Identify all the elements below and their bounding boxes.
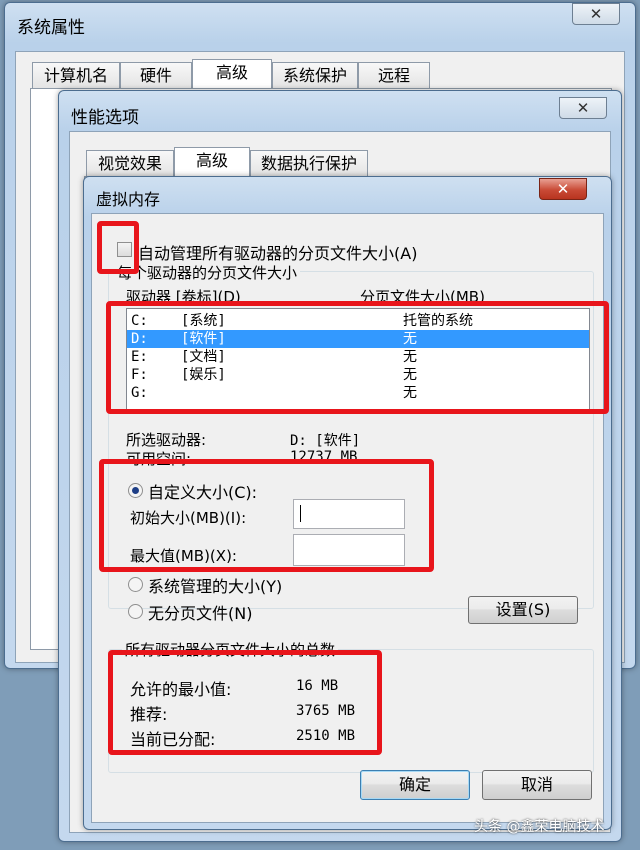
selected-drive-value: D: [软件] bbox=[290, 433, 361, 449]
system-managed-label[interactable]: 系统管理的大小(Y) bbox=[148, 573, 282, 597]
highlight-drive-list bbox=[106, 301, 609, 414]
system-properties-close-button[interactable]: ✕ bbox=[572, 3, 620, 25]
highlight-totals bbox=[108, 650, 382, 755]
virtual-memory-title: 虚拟内存 bbox=[96, 190, 161, 209]
system-managed-radio[interactable] bbox=[128, 577, 143, 592]
tab-perf-advanced[interactable]: 高级 bbox=[174, 147, 250, 177]
tab-visual-effects[interactable]: 视觉效果 bbox=[86, 150, 174, 177]
cancel-button[interactable]: 取消 bbox=[482, 770, 592, 800]
tab-remote[interactable]: 远程 bbox=[358, 62, 430, 89]
tab-advanced[interactable]: 高级 bbox=[192, 59, 272, 89]
performance-options-close-button[interactable]: ✕ bbox=[559, 97, 607, 119]
per-drive-group-label: 每个驱动器的分页文件大小 bbox=[114, 262, 301, 283]
tab-computer-name[interactable]: 计算机名 bbox=[32, 62, 120, 89]
highlight-custom-size bbox=[99, 459, 434, 572]
tab-dep[interactable]: 数据执行保护 bbox=[250, 150, 368, 177]
no-paging-file-label[interactable]: 无分页文件(N) bbox=[148, 600, 252, 624]
tab-hardware[interactable]: 硬件 bbox=[120, 62, 192, 89]
system-properties-title: 系统属性 bbox=[17, 18, 85, 38]
ok-button[interactable]: 确定 bbox=[360, 770, 470, 800]
highlight-auto-manage bbox=[97, 221, 139, 274]
tab-system-protection[interactable]: 系统保护 bbox=[272, 62, 358, 89]
watermark: 头条 @鑫荣电脑技术 bbox=[474, 819, 605, 835]
set-button[interactable]: 设置(S) bbox=[468, 596, 578, 624]
selected-drive-label: 所选驱动器: bbox=[126, 431, 207, 449]
virtual-memory-close-button[interactable]: ✕ bbox=[539, 178, 587, 200]
auto-manage-label[interactable]: 自动管理所有驱动器的分页文件大小(A) bbox=[138, 240, 417, 264]
performance-options-title: 性能选项 bbox=[71, 108, 139, 128]
no-paging-file-radio[interactable] bbox=[128, 604, 143, 619]
